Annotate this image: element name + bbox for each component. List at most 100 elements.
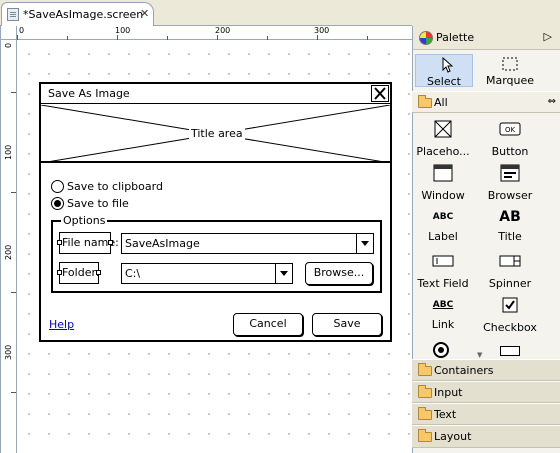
browser-icon: [500, 164, 520, 182]
link-icon: ABC: [432, 300, 454, 310]
options-legend: Options: [61, 214, 108, 227]
title-area-placeholder[interactable]: Title area: [41, 105, 390, 163]
file-icon: [7, 8, 19, 21]
window-icon: [433, 164, 453, 182]
palette-item-placeholder[interactable]: Placeho...: [408, 118, 478, 158]
pin-icon[interactable]: ⇔: [548, 96, 556, 107]
file-name-combo[interactable]: SaveAsImage: [121, 233, 374, 254]
editor-tab-title: *SaveAsImage.screen: [23, 8, 144, 21]
horizontal-ruler: 0 100 200 300: [17, 26, 413, 40]
drawer-label: Input: [434, 386, 463, 399]
item-label: Window: [421, 189, 465, 202]
ruler-label: 200: [4, 244, 13, 260]
save-as-image-dialog-mockup[interactable]: Save As Image Title area Save to clipboa…: [39, 82, 392, 342]
dialog-title-bar[interactable]: Save As Image: [41, 84, 390, 104]
palette-item-browser[interactable]: Browser: [475, 162, 545, 202]
ruler-label: 0: [19, 26, 25, 35]
drawer-label: All: [434, 96, 448, 109]
palette-item-title[interactable]: AB Title: [475, 206, 545, 243]
item-label: Title: [498, 230, 522, 243]
collapse-palette-icon[interactable]: ▷: [544, 30, 552, 43]
item-label: Browser: [487, 189, 533, 202]
folder-icon: [418, 407, 432, 420]
combo-item-icon[interactable]: [500, 346, 520, 356]
selection-handle[interactable]: [57, 240, 62, 245]
folder-label-text: Folder:: [62, 266, 100, 279]
radio-button-selected[interactable]: [51, 197, 64, 210]
browse-button[interactable]: Browse...: [305, 262, 373, 285]
radio-item-icon[interactable]: [433, 342, 449, 358]
palette-item-button[interactable]: OK Button: [475, 118, 545, 158]
tool-select[interactable]: Select: [415, 54, 473, 88]
folder-open-icon: [418, 95, 432, 108]
scroll-down-icon[interactable]: ▼: [477, 351, 482, 359]
palette-item-link[interactable]: ABC Link: [408, 294, 478, 331]
radio-label: Save to file: [67, 197, 129, 210]
ruler-label: 0: [4, 42, 13, 48]
tool-marquee[interactable]: Marquee: [480, 54, 540, 90]
palette-item-text-field[interactable]: Text Field: [408, 250, 478, 290]
title-area-label: Title area: [189, 127, 245, 140]
ruler-label: 200: [215, 26, 231, 35]
selection-handle[interactable]: [96, 270, 101, 275]
palette-icon: [419, 31, 433, 45]
palette-item-label[interactable]: ABC Label: [408, 206, 478, 243]
ruler-corner: [1, 26, 17, 40]
editor-tab[interactable]: *SaveAsImage.screen ✕: [1, 2, 154, 26]
radio-button[interactable]: [51, 180, 64, 193]
spinner-icon: [499, 255, 521, 267]
folder-icon: [418, 385, 432, 398]
radio-label: Save to clipboard: [67, 180, 163, 193]
palette-item-checkbox[interactable]: Checkbox: [475, 294, 545, 334]
drawer-label: Layout: [434, 430, 472, 443]
item-label: Button: [491, 145, 529, 158]
tool-label: Select: [427, 75, 461, 88]
checkbox-icon: [502, 297, 518, 313]
folder-icon: [418, 363, 432, 376]
drawer-all[interactable]: All ⇔: [412, 91, 560, 113]
file-name-label[interactable]: File name:: [57, 232, 119, 254]
ruler-label: 100: [4, 144, 13, 160]
ruler-label: 100: [115, 26, 131, 35]
arrow-cursor-icon: [442, 57, 454, 73]
palette-item-window[interactable]: Window: [408, 162, 478, 202]
chevron-down-icon[interactable]: [356, 234, 373, 253]
svg-text:OK: OK: [505, 126, 516, 134]
folder-combo[interactable]: C:\: [121, 263, 293, 284]
ruler-label: 300: [314, 26, 330, 35]
selection-handle[interactable]: [57, 270, 62, 275]
close-tab-icon[interactable]: ✕: [140, 7, 149, 20]
editor-tab-bar: *SaveAsImage.screen ✕: [0, 0, 412, 26]
palette-title: Palette: [436, 31, 475, 44]
chevron-down-icon[interactable]: [275, 264, 292, 283]
tool-label: Marquee: [485, 74, 535, 87]
drawer-input[interactable]: Input: [412, 381, 560, 403]
title-icon: AB: [499, 209, 521, 225]
item-label: Label: [428, 230, 458, 243]
palette-item-spinner[interactable]: Spinner: [475, 250, 545, 290]
drawer-label: Text: [434, 408, 457, 421]
drawer-layout[interactable]: Layout: [412, 425, 560, 448]
button-icon: OK: [499, 122, 521, 136]
marquee-icon: [502, 57, 518, 71]
close-icon[interactable]: [371, 85, 389, 102]
help-link[interactable]: Help: [49, 318, 74, 331]
cancel-button[interactable]: Cancel: [233, 313, 303, 336]
folder-label[interactable]: Folder:: [57, 262, 101, 284]
save-button[interactable]: Save: [312, 313, 382, 336]
file-name-value: SaveAsImage: [125, 237, 200, 250]
item-label: Checkbox: [483, 321, 537, 334]
drawer-containers[interactable]: Containers: [412, 359, 560, 381]
placeholder-icon: [434, 120, 452, 138]
dialog-title: Save As Image: [48, 87, 130, 100]
options-group: Options File name: SaveAsImage Folder: C…: [51, 214, 382, 293]
text-field-icon: [432, 255, 454, 267]
ruler-label: 300: [4, 344, 13, 360]
item-label: Link: [431, 318, 455, 331]
drawer-label: Containers: [434, 364, 494, 377]
drawer-text[interactable]: Text: [412, 403, 560, 425]
item-label: Spinner: [488, 277, 532, 290]
item-label: Placeho...: [416, 145, 470, 158]
folder-icon: [418, 429, 432, 442]
selection-handle[interactable]: [108, 240, 113, 245]
